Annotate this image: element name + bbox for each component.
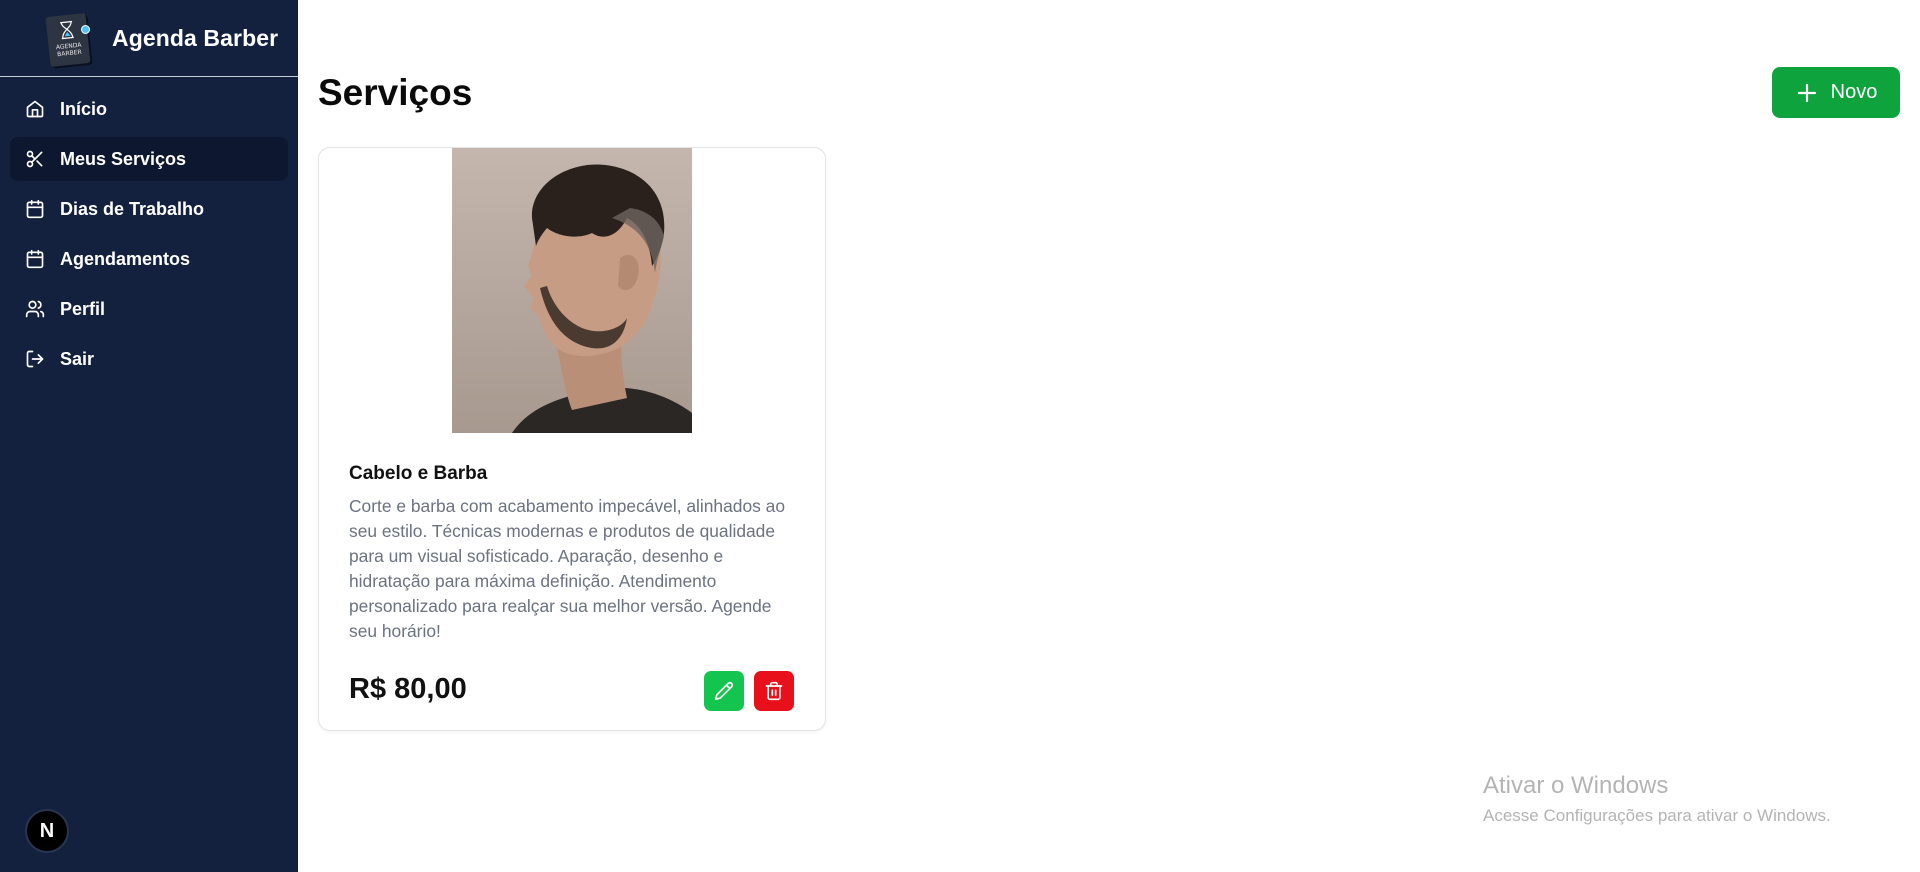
service-description: Corte e barba com acabamento impecável, …: [349, 496, 785, 641]
page-title: Serviços: [318, 72, 473, 113]
sidebar-item-dias-de-trabalho[interactable]: Dias de Trabalho: [10, 187, 288, 231]
service-name: Cabelo e Barba: [349, 463, 488, 484]
brand-header: AGENDA BARBER Agenda Barber: [0, 0, 298, 77]
service-price: R$ 80,00: [349, 673, 467, 705]
new-service-button[interactable]: Novo: [1772, 67, 1900, 118]
delete-service-button[interactable]: [754, 671, 794, 711]
sidebar-item-label: Agendamentos: [60, 248, 191, 269]
sidebar-item-inicio[interactable]: Início: [10, 87, 288, 131]
watermark-subtitle: Acesse Configurações para ativar o Windo…: [1483, 806, 1831, 825]
logout-icon: [25, 349, 45, 369]
pencil-icon: [714, 681, 734, 701]
plus-icon: [1797, 83, 1816, 102]
service-image: [452, 148, 692, 433]
sidebar-item-meus-servicos[interactable]: Meus Serviços: [10, 137, 288, 181]
watermark-title: Ativar o Windows: [1483, 772, 1669, 799]
sidebar-item-perfil[interactable]: Perfil: [10, 287, 288, 331]
main-content: Serviços Novo Cabelo e Barba Corte e bar…: [298, 0, 1920, 872]
new-button-label: Novo: [1830, 81, 1878, 103]
sidebar-item-label: Dias de Trabalho: [60, 198, 205, 219]
sidebar-item-label: Início: [60, 98, 108, 119]
edit-service-button[interactable]: [704, 671, 744, 711]
app-logo: AGENDA BARBER: [44, 11, 92, 67]
scissors-icon: [25, 149, 45, 169]
sidebar-nav: Início Meus Serviços Dias de Trabalho Ag…: [0, 87, 298, 381]
sidebar-item-label: Perfil: [60, 298, 106, 319]
sidebar-item-sair[interactable]: Sair: [10, 337, 288, 381]
hourglass-icon: [60, 20, 74, 40]
sidebar-item-label: Sair: [60, 348, 95, 369]
n-badge-button[interactable]: N: [25, 809, 69, 853]
sidebar: AGENDA BARBER Agenda Barber Início Meus …: [0, 0, 298, 872]
calendar-icon: [25, 199, 45, 219]
users-icon: [25, 299, 45, 319]
windows-activation-watermark: Ativar o Windows Acesse Configurações pa…: [1483, 772, 1831, 826]
service-card: Cabelo e Barba Corte e barba com acabame…: [318, 147, 826, 731]
sidebar-item-label: Meus Serviços: [60, 148, 187, 169]
trash-icon: [765, 681, 783, 701]
sidebar-item-agendamentos[interactable]: Agendamentos: [10, 237, 288, 281]
app-title: Agenda Barber: [112, 24, 279, 51]
calendar-icon: [25, 249, 45, 269]
home-icon: [25, 99, 45, 119]
